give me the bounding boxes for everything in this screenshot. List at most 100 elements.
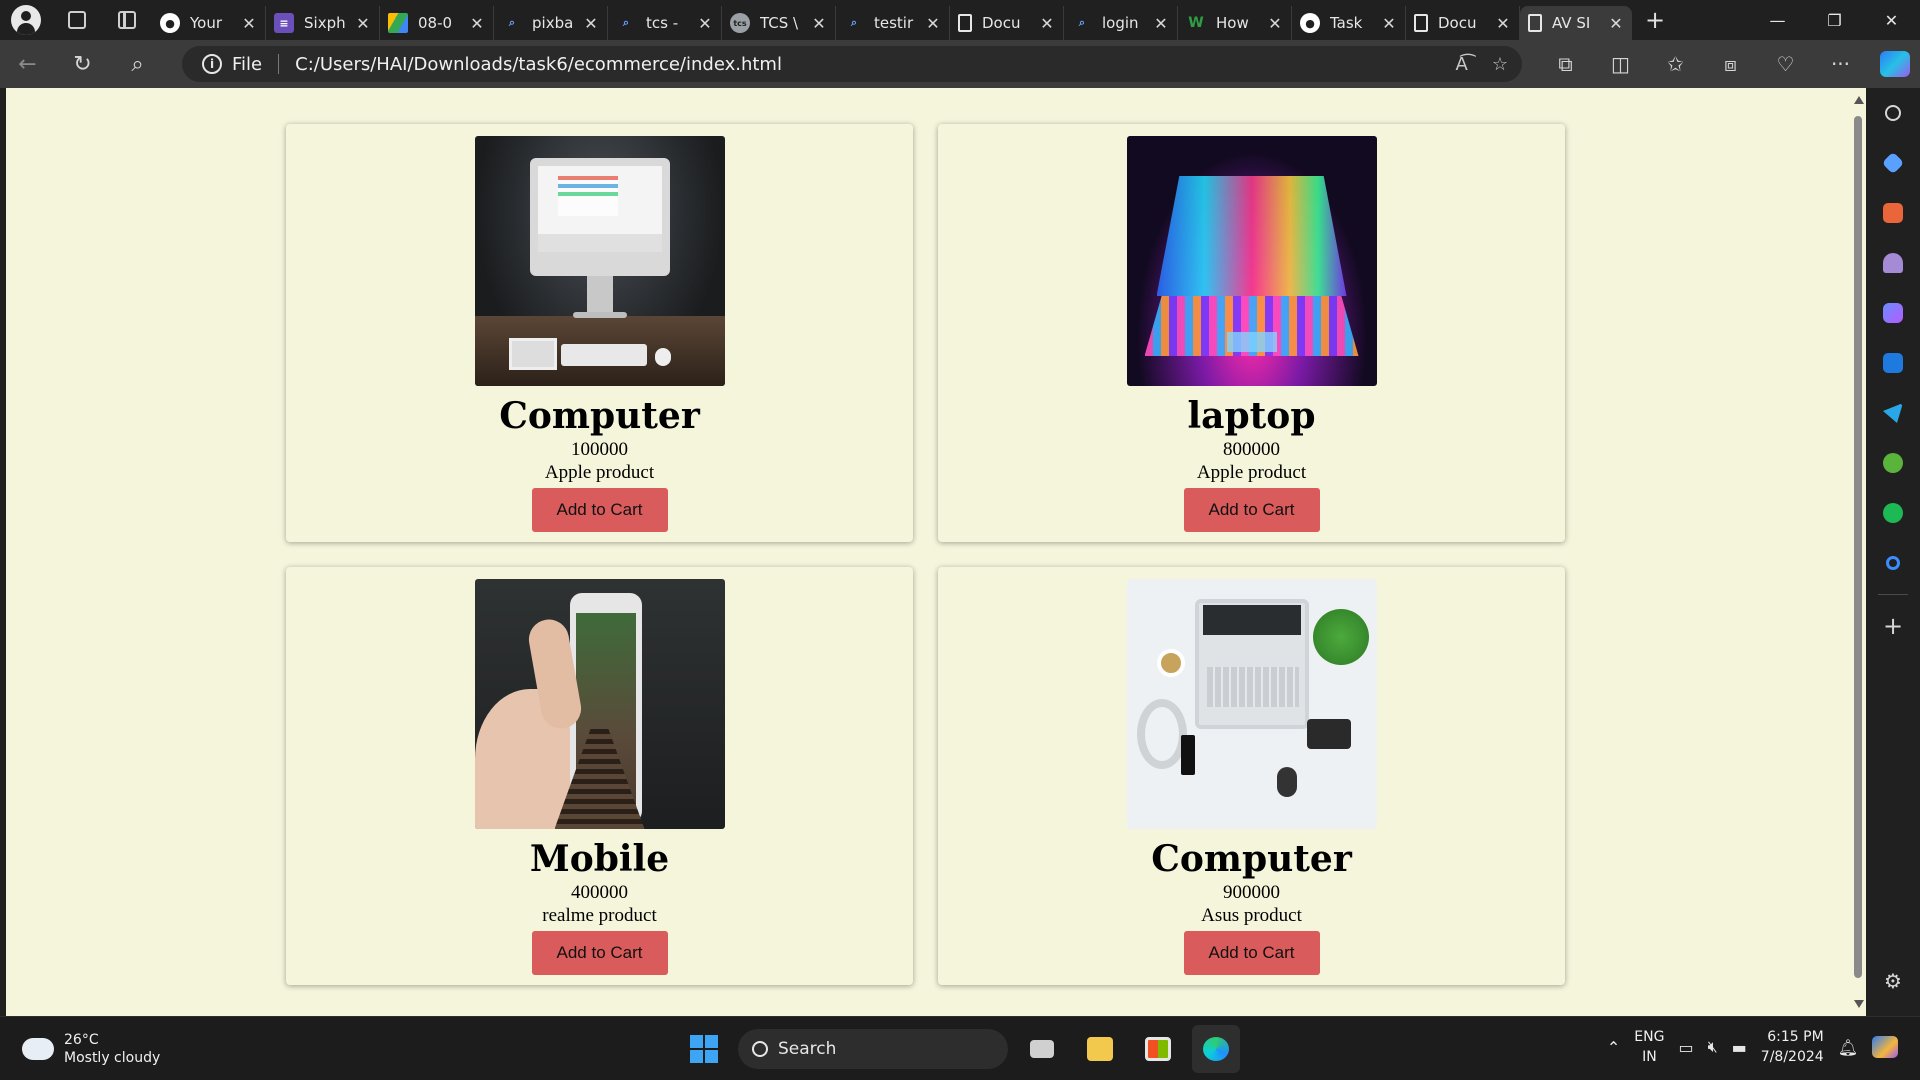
page-scrollbar[interactable] bbox=[1850, 88, 1866, 1016]
tab-1[interactable]: ≡ Sixph ✕ bbox=[266, 6, 380, 40]
gear-icon: ⚙ bbox=[1884, 969, 1902, 993]
scroll-down-arrow-icon[interactable] bbox=[1854, 1000, 1864, 1008]
vertical-tabs-button[interactable] bbox=[102, 0, 152, 40]
profile-button[interactable] bbox=[0, 0, 52, 40]
copilot-icon[interactable] bbox=[1872, 1036, 1898, 1058]
close-icon[interactable]: ✕ bbox=[1267, 14, 1283, 33]
microsoft-store-button[interactable] bbox=[1134, 1025, 1182, 1073]
tab-11[interactable]: Docu ✕ bbox=[1406, 6, 1520, 40]
heart-pulse-icon: ♡ bbox=[1776, 52, 1795, 76]
volume-muted-icon[interactable]: 🔇︎ bbox=[1708, 1037, 1718, 1057]
file-explorer-button[interactable] bbox=[1076, 1025, 1124, 1073]
scroll-up-arrow-icon[interactable] bbox=[1854, 96, 1864, 104]
taskbar-search[interactable]: Search bbox=[738, 1029, 1008, 1069]
sidebar-search-button[interactable] bbox=[1866, 88, 1920, 138]
close-icon[interactable]: ✕ bbox=[355, 14, 371, 33]
favorite-star-icon[interactable]: ☆ bbox=[1492, 54, 1508, 75]
window-controls: — ❐ ✕ bbox=[1749, 0, 1920, 40]
sidebar-bing-search-button[interactable] bbox=[1866, 538, 1920, 588]
restore-button[interactable]: ❐ bbox=[1806, 0, 1863, 40]
tab-title: Docu bbox=[1438, 14, 1477, 32]
tab-8[interactable]: ⌕ login ✕ bbox=[1064, 6, 1178, 40]
weather-widget[interactable]: 26°C Mostly cloudy bbox=[18, 1031, 160, 1067]
add-to-cart-button[interactable]: Add to Cart bbox=[1183, 931, 1320, 975]
sidebar-games-button[interactable] bbox=[1866, 238, 1920, 288]
new-tab-button[interactable]: + bbox=[1632, 0, 1678, 40]
sidebar-add-button[interactable]: + bbox=[1866, 601, 1920, 651]
close-window-button[interactable]: ✕ bbox=[1863, 0, 1920, 40]
tab-9[interactable]: W How ✕ bbox=[1178, 6, 1292, 40]
add-to-cart-button[interactable]: Add to Cart bbox=[531, 488, 668, 532]
address-bar[interactable]: i File C:/Users/HAI/Downloads/task6/ecom… bbox=[182, 46, 1522, 82]
sidebar-tools-button[interactable] bbox=[1866, 188, 1920, 238]
close-icon[interactable]: ✕ bbox=[1153, 14, 1169, 33]
close-icon[interactable]: ✕ bbox=[583, 14, 599, 33]
notification-bell-icon[interactable]: 🔔︎ bbox=[1838, 1038, 1858, 1057]
mobile-phone-image bbox=[474, 579, 725, 829]
task-view-icon bbox=[1030, 1040, 1054, 1058]
close-icon[interactable]: ✕ bbox=[1608, 14, 1624, 33]
task-view-button[interactable] bbox=[1018, 1025, 1066, 1073]
network-icon[interactable]: ▭ bbox=[1678, 1038, 1693, 1057]
chevron-up-icon[interactable]: ⌃ bbox=[1607, 1038, 1620, 1057]
search-icon bbox=[1885, 105, 1901, 121]
refresh-button[interactable]: ↻ bbox=[55, 40, 110, 88]
plus-icon: + bbox=[1882, 612, 1904, 640]
search-icon: ⌕ bbox=[508, 16, 516, 29]
close-icon[interactable]: ✕ bbox=[1039, 14, 1055, 33]
tab-7[interactable]: Docu ✕ bbox=[950, 6, 1064, 40]
sidebar-outlook-button[interactable] bbox=[1866, 338, 1920, 388]
restore-icon: ❐ bbox=[1827, 10, 1842, 30]
add-to-cart-button[interactable]: Add to Cart bbox=[531, 931, 668, 975]
close-icon[interactable]: ✕ bbox=[241, 14, 257, 33]
tab-2[interactable]: 08-0 ✕ bbox=[380, 6, 494, 40]
scheme-label: File bbox=[232, 53, 263, 75]
tab-0[interactable]: ● Your ✕ bbox=[152, 6, 266, 40]
clock[interactable]: 6:15 PM 7/8/2024 bbox=[1761, 1027, 1824, 1067]
tab-10[interactable]: ● Task ✕ bbox=[1292, 6, 1406, 40]
search-label: Search bbox=[778, 1039, 837, 1059]
close-icon[interactable]: ✕ bbox=[469, 14, 485, 33]
close-icon[interactable]: ✕ bbox=[697, 14, 713, 33]
browser-essentials-button[interactable]: ♡ bbox=[1758, 40, 1813, 88]
sidebar-spotify-button[interactable] bbox=[1866, 488, 1920, 538]
sidebar-tree-button[interactable] bbox=[1866, 438, 1920, 488]
search-button[interactable]: ⌕ bbox=[110, 40, 165, 88]
scrollbar-thumb[interactable] bbox=[1854, 116, 1862, 978]
divider bbox=[278, 54, 280, 74]
split-screen-button[interactable]: ◫ bbox=[1593, 40, 1648, 88]
sidebar-settings-button[interactable]: ⚙ bbox=[1866, 956, 1920, 1006]
minimize-button[interactable]: — bbox=[1749, 0, 1806, 40]
tab-6[interactable]: ⌕ testir ✕ bbox=[836, 6, 950, 40]
sidebar-telegram-button[interactable] bbox=[1866, 388, 1920, 438]
settings-more-button[interactable]: ··· bbox=[1813, 40, 1868, 88]
laptop-image bbox=[1126, 136, 1377, 386]
favorites-button[interactable]: ✩ bbox=[1648, 40, 1703, 88]
sidebar-copilot-button[interactable] bbox=[1866, 288, 1920, 338]
battery-icon[interactable]: ▬ bbox=[1732, 1038, 1747, 1057]
back-button[interactable]: ← bbox=[0, 40, 55, 88]
url-text[interactable]: C:/Users/HAI/Downloads/task6/ecommerce/i… bbox=[295, 54, 782, 75]
tab-12-active[interactable]: AV SI ✕ bbox=[1520, 6, 1632, 40]
tab-5[interactable]: tcs TCS \ ✕ bbox=[722, 6, 836, 40]
sidebar-shopping-button[interactable] bbox=[1866, 138, 1920, 188]
close-icon[interactable]: ✕ bbox=[1495, 14, 1511, 33]
close-icon[interactable]: ✕ bbox=[925, 14, 941, 33]
drive-icon bbox=[388, 13, 408, 33]
tab-3[interactable]: ⌕ pixba ✕ bbox=[494, 6, 608, 40]
toolbar-right: ⧉ ◫ ✩ ⧈ ♡ ··· bbox=[1538, 40, 1920, 88]
tab-title: testir bbox=[874, 14, 914, 32]
add-to-cart-button[interactable]: Add to Cart bbox=[1183, 488, 1320, 532]
language-indicator[interactable]: ENG IN bbox=[1634, 1027, 1664, 1067]
collections-button[interactable]: ⧈ bbox=[1703, 40, 1758, 88]
start-button[interactable] bbox=[680, 1025, 728, 1073]
read-aloud-icon[interactable]: A͡ bbox=[1456, 54, 1468, 75]
close-icon[interactable]: ✕ bbox=[1381, 14, 1397, 33]
extensions-button[interactable]: ⧉ bbox=[1538, 40, 1593, 88]
workspaces-button[interactable] bbox=[52, 0, 102, 40]
edge-taskbar-button[interactable] bbox=[1192, 1025, 1240, 1073]
copilot-icon[interactable] bbox=[1880, 51, 1910, 77]
tab-4[interactable]: ⌕ tcs - ✕ bbox=[608, 6, 722, 40]
close-icon[interactable]: ✕ bbox=[811, 14, 827, 33]
info-icon[interactable]: i bbox=[202, 54, 222, 74]
